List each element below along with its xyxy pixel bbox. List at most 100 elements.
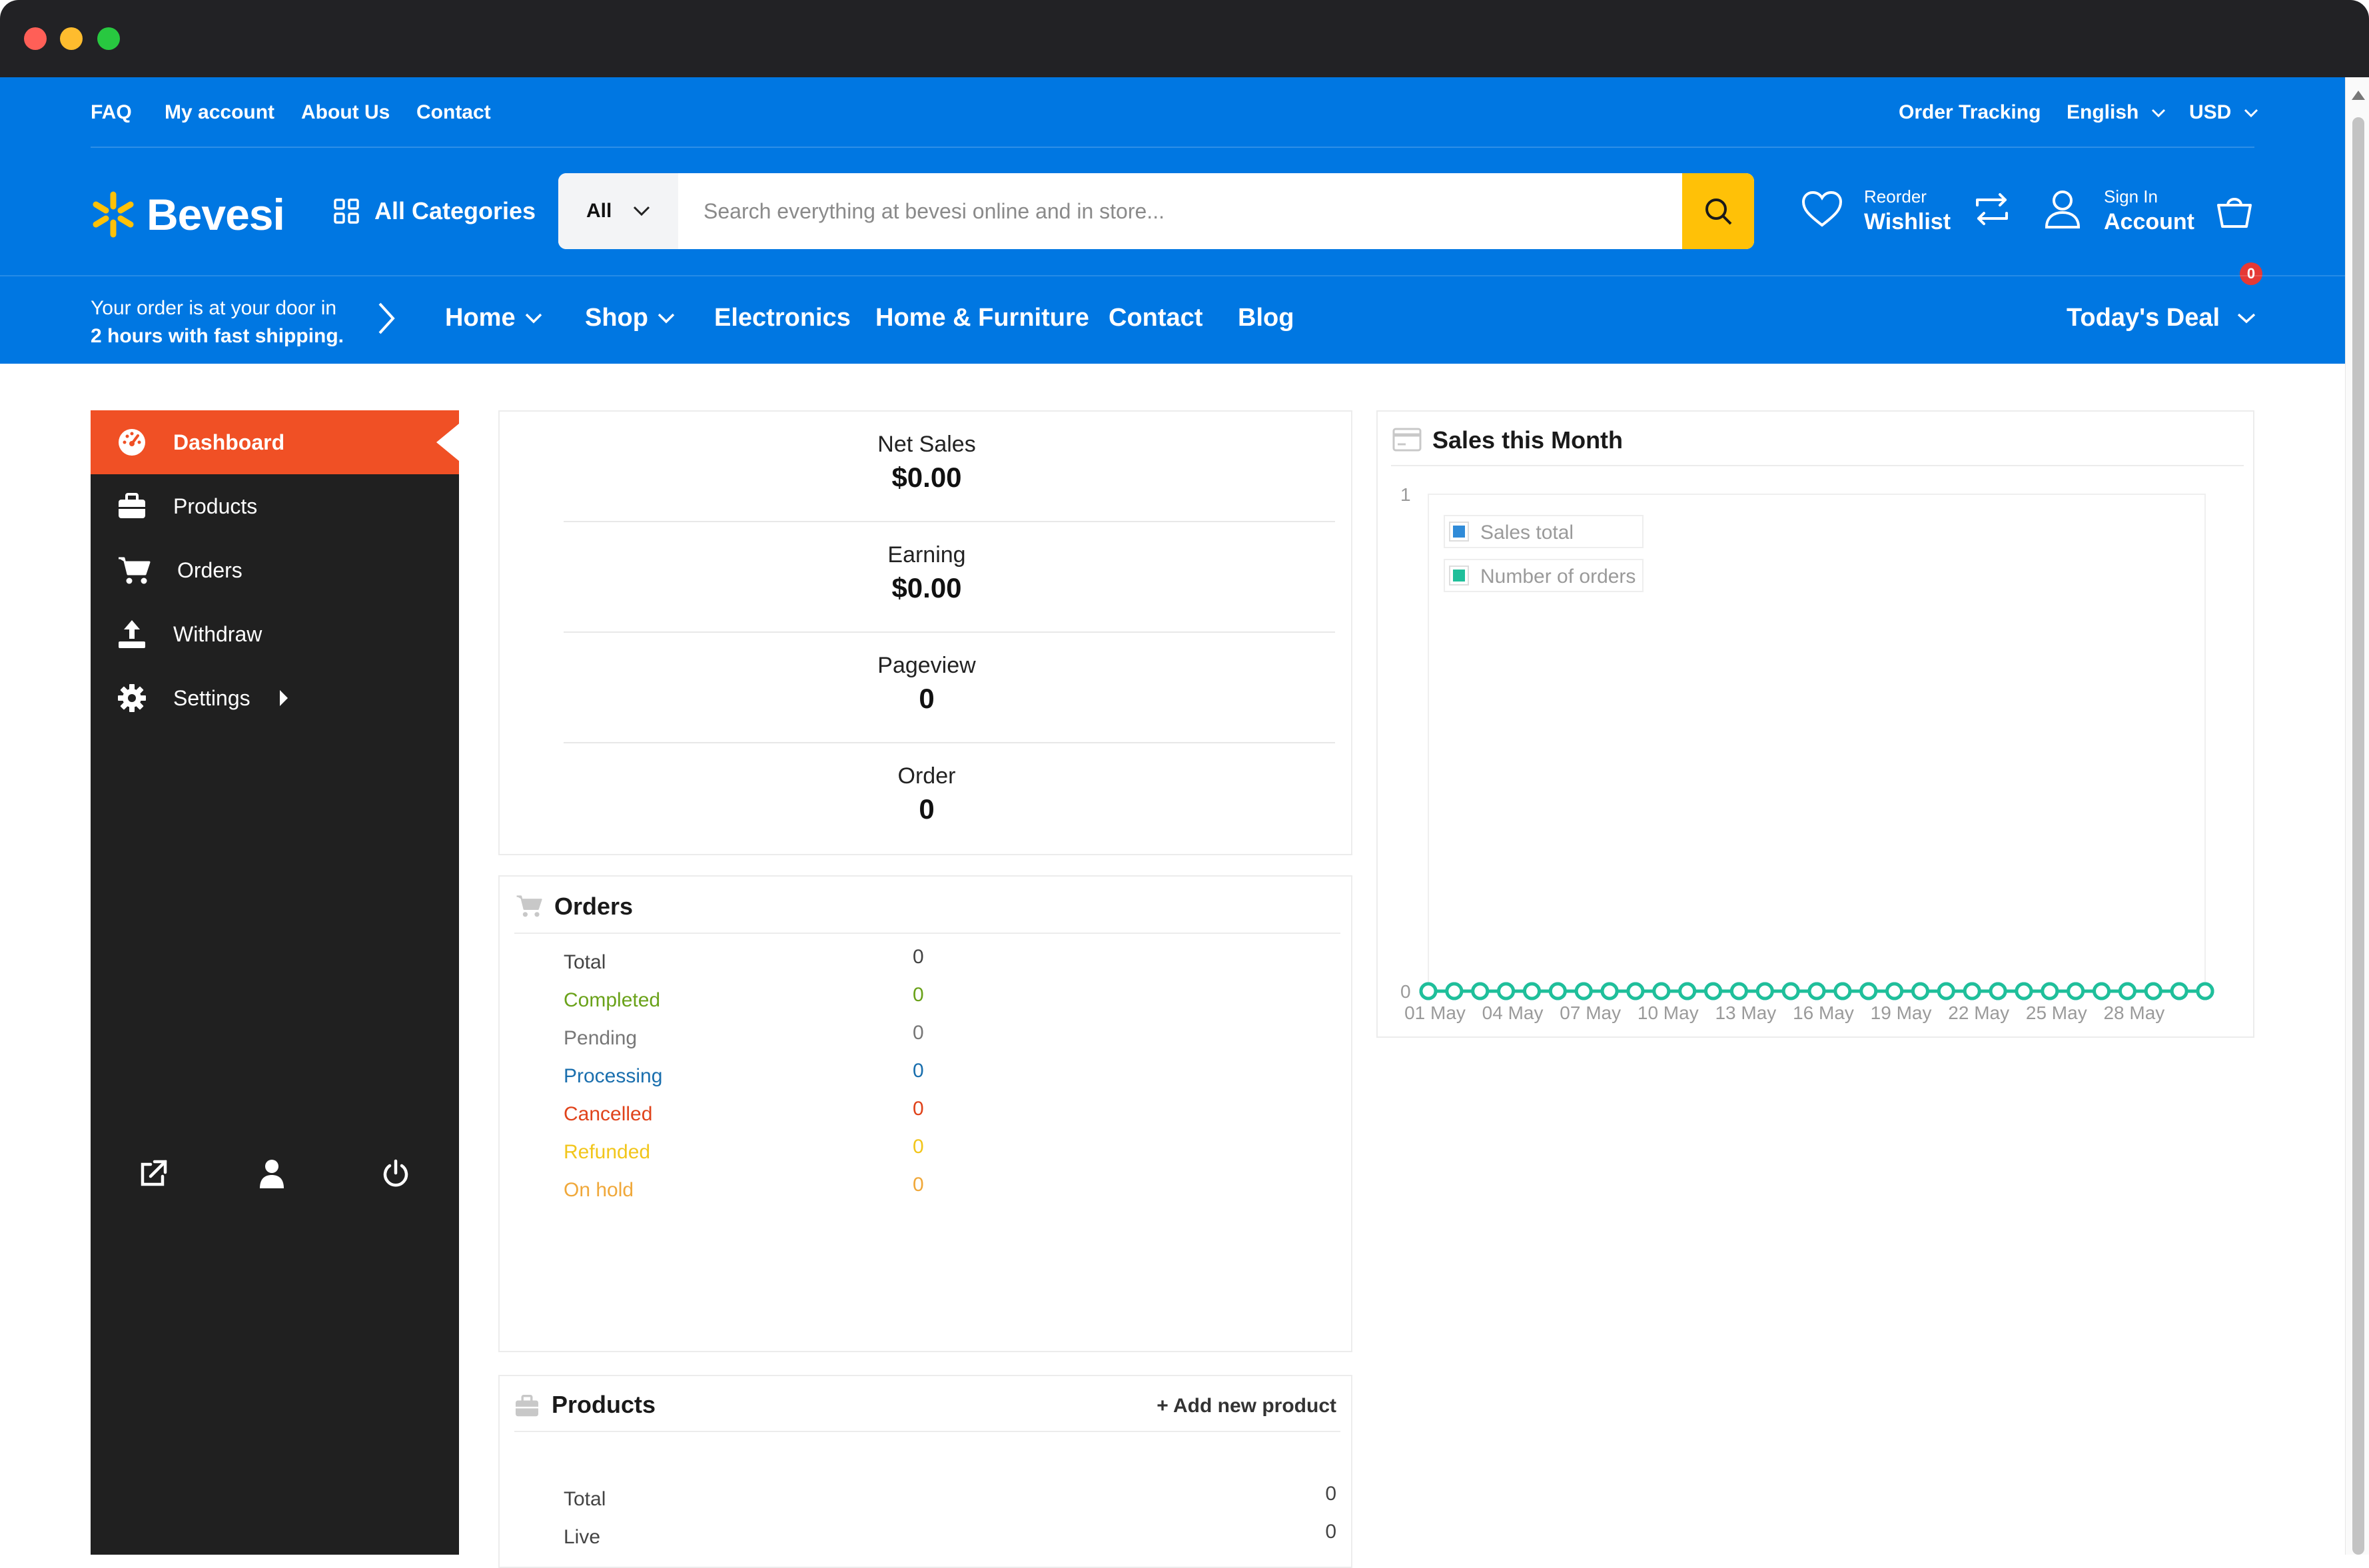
scroll-thumb[interactable] [2352, 117, 2364, 1555]
order-count-processing: 0 [913, 1060, 924, 1082]
search-category-select[interactable]: All [558, 173, 678, 249]
top-link-my-account[interactable]: My account [165, 101, 274, 124]
x-tick-label: 19 May [1871, 1002, 1932, 1023]
stat-earning[interactable]: Earning $0.00 [500, 542, 1354, 604]
product-status-total[interactable]: Total [564, 1488, 606, 1511]
wishlist-link[interactable]: Wishlist [1864, 209, 1951, 235]
data-point [1859, 982, 1878, 1000]
order-status-refunded[interactable]: Refunded [564, 1141, 650, 1164]
nav-shop-label: Shop [585, 304, 648, 332]
minimize-window-button[interactable] [60, 27, 83, 50]
nav-home-furniture[interactable]: Home & Furniture [875, 304, 1089, 332]
data-point [2041, 982, 2059, 1000]
todays-deal-dropdown[interactable]: Today's Deal [2067, 304, 2256, 332]
x-tick-label: 28 May [2103, 1002, 2164, 1023]
sidebar-item-products[interactable]: Products [91, 474, 459, 538]
nav-divider [0, 275, 2345, 276]
logo-text: Bevesi [147, 190, 285, 239]
site-logo[interactable]: Bevesi [89, 188, 285, 241]
language-selector[interactable]: English [2067, 101, 2166, 124]
products-title: Products [552, 1391, 656, 1418]
legend-swatch [1453, 570, 1465, 582]
stat-label: Net Sales [877, 432, 976, 457]
order-status-total[interactable]: Total [564, 951, 606, 974]
sidebar-item-label: Settings [173, 685, 250, 710]
all-categories-button[interactable]: All Categories [333, 197, 536, 225]
sidebar-item-withdraw[interactable]: Withdraw [91, 602, 459, 666]
currency-selector[interactable]: USD [2189, 101, 2258, 124]
grid-icon [333, 198, 360, 224]
order-status-processing[interactable]: Processing [564, 1065, 662, 1088]
order-status-cancelled[interactable]: Cancelled [564, 1103, 652, 1126]
user-icon[interactable] [2044, 189, 2081, 229]
currency-label: USD [2189, 101, 2232, 123]
divider [514, 933, 1340, 934]
x-tick-label: 13 May [1715, 1002, 1776, 1023]
order-tracking-link[interactable]: Order Tracking [1899, 101, 2041, 124]
language-label: English [2067, 101, 2139, 123]
nav-home[interactable]: Home [445, 304, 542, 332]
data-point [1471, 982, 1490, 1000]
chevron-down-icon [2244, 109, 2258, 118]
close-window-button[interactable] [24, 27, 47, 50]
stat-pageview[interactable]: Pageview 0 [500, 653, 1354, 715]
shipping-note: Your order is at your door in 2 hours wi… [91, 294, 344, 350]
stat-net-sales[interactable]: Net Sales $0.00 [500, 432, 1354, 494]
sales-chart-card: Sales this Month 0 1 01 May 04 May 07 May 10 … [1376, 410, 2254, 1038]
site-header: FAQ My account About Us Contact Order Tr… [0, 77, 2345, 364]
data-point [2144, 982, 2162, 1000]
cart-bag-icon[interactable] [2214, 192, 2254, 229]
sidebar-item-dashboard[interactable]: Dashboard [91, 410, 459, 474]
divider [564, 742, 1335, 743]
upload-icon [117, 619, 147, 649]
chevron-right-icon[interactable] [377, 301, 396, 336]
zoom-window-button[interactable] [97, 27, 120, 50]
window-titlebar [0, 0, 2369, 77]
order-status-on-hold[interactable]: On hold [564, 1179, 634, 1202]
data-point [1522, 982, 1541, 1000]
nav-shop[interactable]: Shop [585, 304, 675, 332]
scroll-up-arrow-icon[interactable] [2352, 91, 2365, 100]
order-status-pending[interactable]: Pending [564, 1027, 637, 1050]
sales-line-chart: 0 1 01 May 04 May 07 May 10 May 13 May 16 May 19… [1400, 484, 2214, 1023]
top-link-contact[interactable]: Contact [416, 101, 491, 124]
chevron-down-icon [633, 206, 650, 216]
nav-blog[interactable]: Blog [1238, 304, 1294, 332]
stat-value: $0.00 [891, 572, 962, 603]
compare-arrows-icon[interactable] [1973, 191, 2011, 228]
nav-electronics[interactable]: Electronics [714, 304, 851, 332]
product-count-total: 0 [1325, 1483, 1336, 1505]
sidebar-item-orders[interactable]: Orders [91, 538, 459, 602]
legend-swatch [1453, 526, 1465, 538]
sidebar-item-label: Withdraw [173, 621, 262, 646]
search-input[interactable] [689, 173, 1575, 249]
order-count-on-hold: 0 [913, 1174, 924, 1196]
account-link[interactable]: Account [2104, 209, 2194, 235]
data-point [1807, 982, 1826, 1000]
data-point [1678, 982, 1697, 1000]
sidebar-item-label: Dashboard [173, 430, 285, 454]
sidebar-item-settings[interactable]: Settings [91, 666, 459, 730]
page-scrollbar[interactable] [2345, 77, 2369, 1555]
external-link-icon[interactable] [137, 1159, 168, 1190]
user-icon[interactable] [258, 1159, 285, 1188]
x-tick-label: 04 May [1482, 1002, 1544, 1023]
data-point [1989, 982, 2007, 1000]
order-count-refunded: 0 [913, 1136, 924, 1158]
add-new-product-link[interactable]: + Add new product [1157, 1395, 1336, 1417]
top-link-about-us[interactable]: About Us [301, 101, 390, 124]
nav-contact[interactable]: Contact [1109, 304, 1202, 332]
order-status-completed[interactable]: Completed [564, 989, 660, 1012]
top-link-faq[interactable]: FAQ [91, 101, 132, 124]
data-point [1626, 982, 1645, 1000]
heart-icon[interactable] [1801, 191, 1843, 228]
stat-order[interactable]: Order 0 [500, 763, 1354, 825]
search-button[interactable] [1682, 173, 1754, 249]
x-tick-label: 07 May [1560, 1002, 1621, 1023]
order-count-cancelled: 0 [913, 1098, 924, 1120]
product-status-live[interactable]: Live [564, 1526, 600, 1549]
x-tick-label: 16 May [1793, 1002, 1854, 1023]
power-icon[interactable] [381, 1159, 410, 1188]
data-point [1497, 982, 1516, 1000]
dashboard-icon [117, 428, 147, 457]
